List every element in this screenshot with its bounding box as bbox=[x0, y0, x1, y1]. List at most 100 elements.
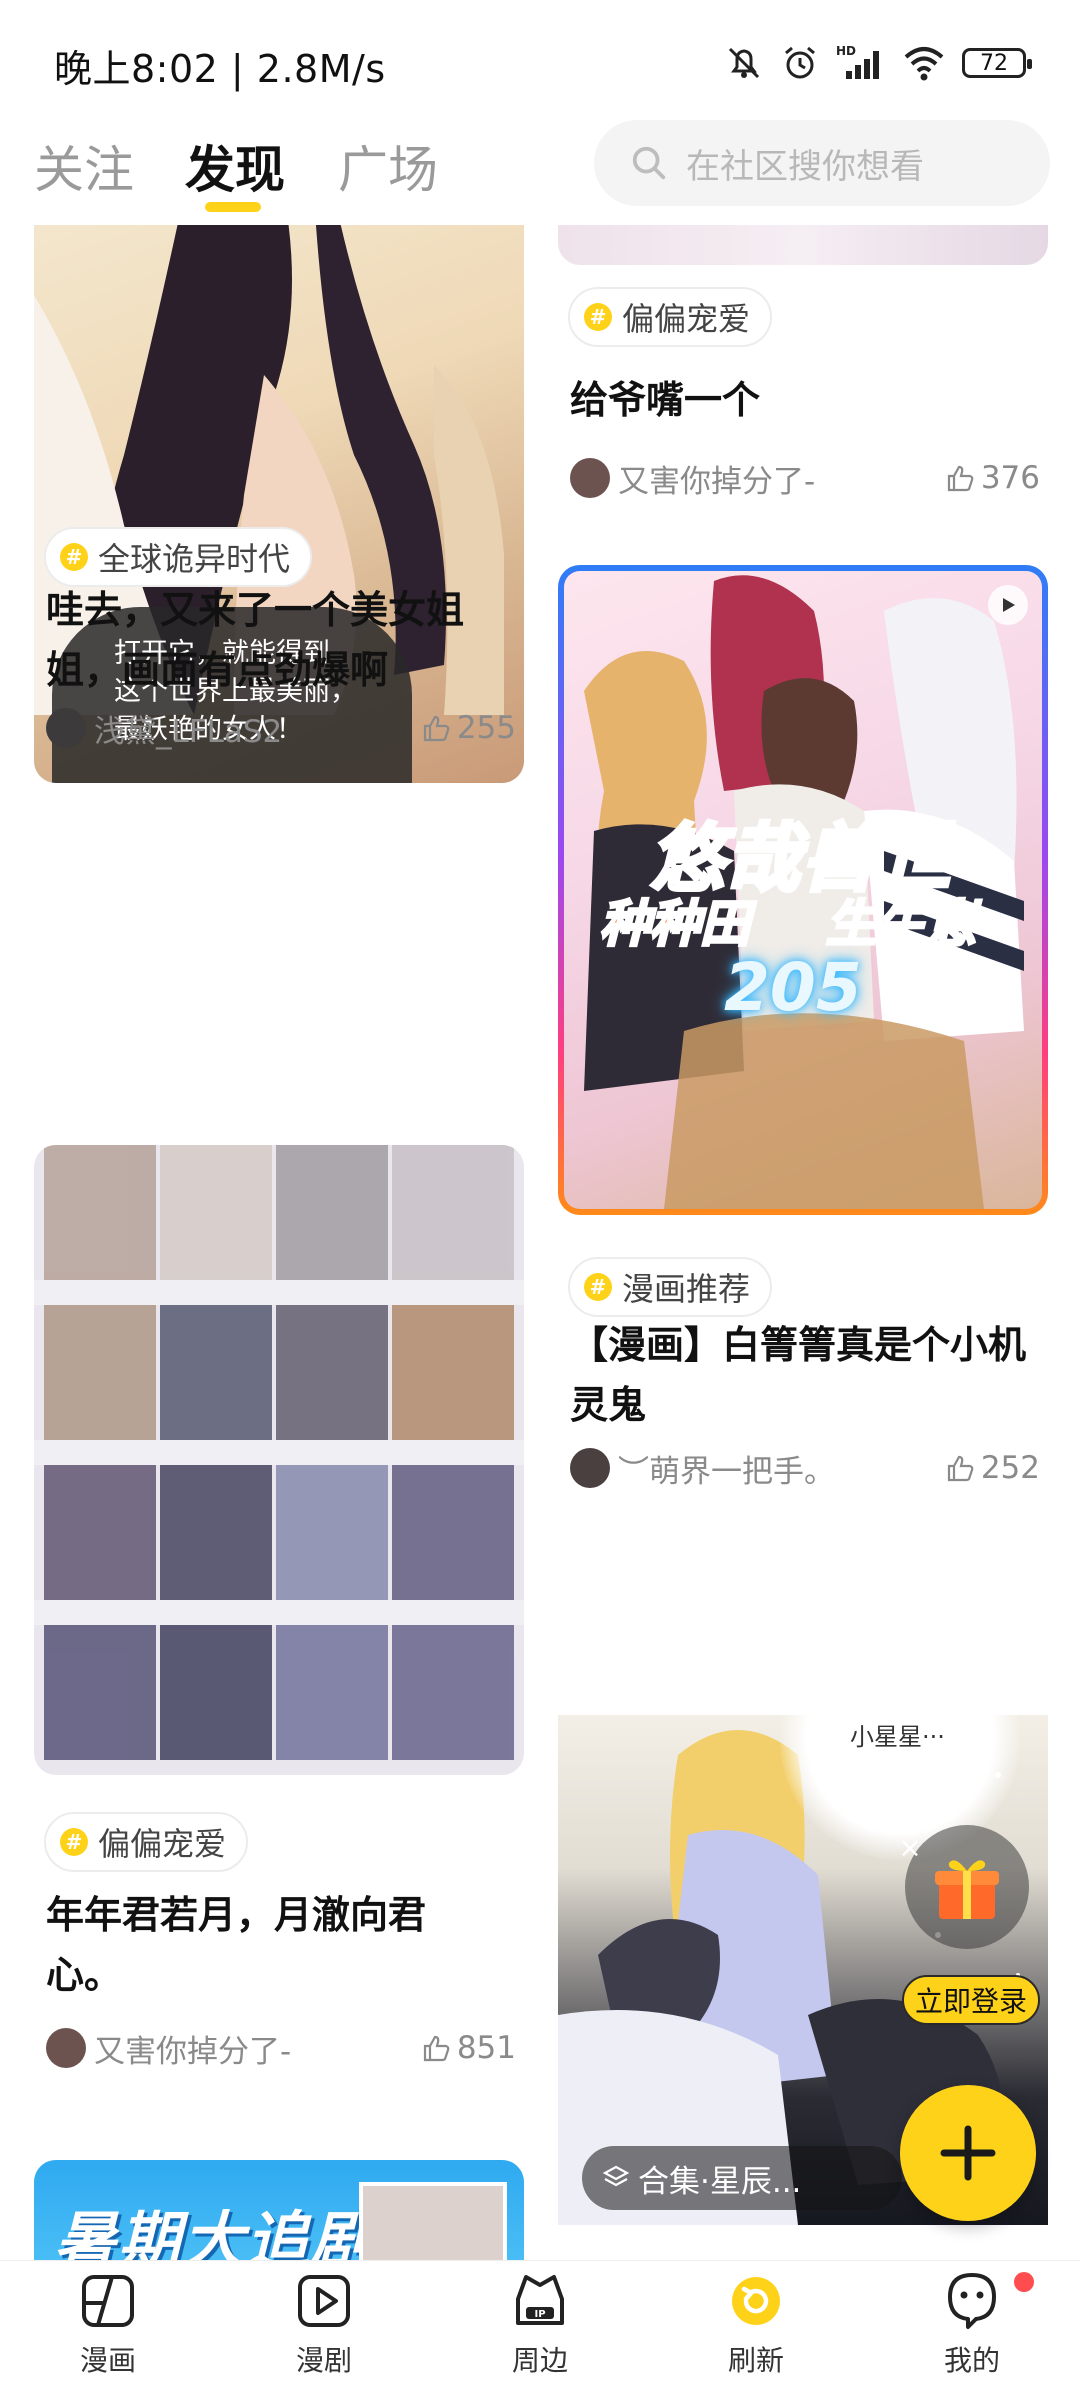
bottom-navigation: 漫画 漫剧 IP 周边 刷新 我的 bbox=[0, 2260, 1080, 2401]
hash-icon: # bbox=[584, 303, 612, 331]
thumbs-up-icon bbox=[947, 1455, 974, 1482]
topic-chip[interactable]: # 全球诡异时代 bbox=[44, 527, 313, 587]
svg-text:IP: IP bbox=[534, 2309, 545, 2320]
post-meta: 浅黛_LFLaS2 255 bbox=[46, 705, 516, 751]
like-button[interactable]: 376 bbox=[945, 455, 1040, 501]
cover-title: 暑期大追剧 bbox=[54, 2204, 375, 2260]
like-button[interactable]: 252 bbox=[945, 1445, 1040, 1491]
card-cover-image[interactable]: 悠哉兽世 种种田 生生崽 205 bbox=[558, 565, 1048, 1215]
nav-label: 漫剧 bbox=[295, 2344, 352, 2377]
nav-label: 漫画 bbox=[79, 2344, 136, 2377]
battery-level: 72 bbox=[980, 50, 1008, 76]
post-meta: 又害你掉分了- 376 bbox=[570, 455, 1040, 501]
mute-bell-icon bbox=[728, 47, 760, 79]
like-count: 851 bbox=[456, 2030, 516, 2066]
status-icons: HD 72 bbox=[724, 38, 1032, 88]
nav-item-refresh[interactable]: 刷新 bbox=[686, 2269, 826, 2379]
nav-label: 周边 bbox=[511, 2344, 568, 2377]
refresh-icon bbox=[732, 2277, 780, 2325]
nav-item-merch[interactable]: IP 周边 bbox=[470, 2269, 610, 2379]
avatar[interactable] bbox=[46, 2028, 86, 2068]
topic-label: 偏偏宠爱 bbox=[622, 300, 751, 338]
collection-tag[interactable]: 合集·星辰... bbox=[582, 2146, 902, 2210]
status-time-speed: 晚上8:02 | 2.8M/s bbox=[54, 47, 386, 91]
gift-icon bbox=[935, 1860, 999, 1919]
search-placeholder: 在社区搜你想看 bbox=[686, 146, 924, 187]
profile-icon bbox=[948, 2273, 996, 2329]
thumbs-up-icon bbox=[423, 715, 450, 742]
cover-subtitle: 生生崽 bbox=[825, 894, 978, 955]
signal-icon: HD bbox=[836, 44, 879, 79]
feed-card[interactable]: 打开它，就能得到 这个世界上最美丽， 最妖艳的女人！ # 全球诡异时代 哇去，又… bbox=[34, 225, 524, 1095]
tab-follow[interactable]: 关注 bbox=[34, 130, 134, 202]
plus-icon bbox=[940, 2125, 996, 2181]
author-name[interactable]: 又害你掉分了- bbox=[618, 456, 815, 501]
post-title[interactable]: 年年君若月，月澈向君心。 bbox=[46, 1885, 496, 2005]
avatar[interactable] bbox=[46, 708, 86, 748]
search-icon bbox=[632, 146, 666, 180]
card-cover-image[interactable] bbox=[34, 1145, 524, 1775]
tab-discover[interactable]: 发现 bbox=[185, 130, 285, 202]
status-bar: 晚上8:02 | 2.8M/s HD 72 bbox=[0, 0, 1080, 120]
hash-icon: # bbox=[60, 543, 88, 571]
alarm-icon bbox=[785, 46, 815, 79]
like-button[interactable]: 255 bbox=[421, 705, 516, 751]
bubble-text: 小星星··· bbox=[850, 1723, 945, 1751]
author-name[interactable]: 浅黛_LFLaS2 bbox=[94, 706, 282, 751]
like-count: 376 bbox=[980, 460, 1040, 496]
post-title[interactable]: 给爷嘴一个 bbox=[570, 370, 1040, 430]
active-tab-indicator bbox=[205, 202, 261, 212]
episode-number: 205 bbox=[724, 949, 862, 1026]
nav-item-drama[interactable]: 漫剧 bbox=[254, 2269, 394, 2379]
top-header: 关注 发现 广场 在社区搜你想看 bbox=[0, 120, 1080, 225]
play-icon bbox=[1003, 598, 1015, 612]
thumbs-up-icon bbox=[423, 2035, 450, 2062]
close-icon[interactable]: × bbox=[893, 1830, 927, 1864]
author-name[interactable]: 又害你掉分了- bbox=[94, 2026, 291, 2071]
nav-item-comic[interactable]: 漫画 bbox=[38, 2269, 178, 2379]
post-title[interactable]: 【漫画】白箐箐真是个小机灵鬼 bbox=[570, 1315, 1030, 1435]
network-badge: HD bbox=[836, 44, 856, 58]
battery-indicator: 72 bbox=[962, 48, 1032, 78]
avatar[interactable] bbox=[570, 1448, 610, 1488]
thumbs-up-icon bbox=[947, 465, 974, 492]
video-indicator bbox=[988, 585, 1028, 625]
wifi-icon bbox=[904, 47, 944, 81]
nav-label: 刷新 bbox=[727, 2344, 784, 2377]
topic-chip[interactable]: # 偏偏宠爱 bbox=[568, 287, 773, 347]
play-icon bbox=[298, 2275, 350, 2327]
notification-dot bbox=[1014, 2272, 1034, 2292]
hash-icon: # bbox=[60, 1828, 88, 1856]
like-count: 255 bbox=[456, 710, 516, 746]
comic-icon bbox=[82, 2275, 134, 2327]
like-count: 252 bbox=[980, 1450, 1040, 1486]
search-bar[interactable]: 在社区搜你想看 bbox=[594, 120, 1050, 206]
post-title[interactable]: 哇去，又来了一个美女姐姐，画面有点劲爆啊 bbox=[46, 580, 516, 700]
author-name[interactable]: ︶萌界一把手。 bbox=[618, 1446, 835, 1491]
card-cover-image[interactable] bbox=[558, 225, 1048, 265]
tab-square[interactable]: 广场 bbox=[338, 130, 438, 202]
topic-label: 全球诡异时代 bbox=[98, 540, 291, 578]
comic-cover: 悠哉兽世 种种田 生生崽 205 bbox=[564, 571, 1042, 1209]
topic-label: 漫画推荐 bbox=[622, 1270, 751, 1308]
topic-chip[interactable]: # 偏偏宠爱 bbox=[44, 1812, 249, 1872]
feed-card[interactable]: # 偏偏宠爱 bbox=[34, 1145, 524, 1872]
cover-subtitle: 种种田 bbox=[599, 894, 752, 955]
card-cover-image[interactable]: 暑期大追剧 bbox=[34, 2160, 524, 2260]
hash-icon: # bbox=[584, 1273, 612, 1301]
topic-label: 偏偏宠爱 bbox=[98, 1825, 227, 1863]
create-post-button[interactable] bbox=[900, 2085, 1036, 2221]
like-button[interactable]: 851 bbox=[421, 2025, 516, 2071]
portrait-grid-artwork bbox=[34, 1145, 524, 1760]
avatar[interactable] bbox=[570, 458, 610, 498]
collection-label: 合集·星辰... bbox=[638, 2163, 802, 2200]
discover-feed[interactable]: 打开它，就能得到 这个世界上最美丽， 最妖艳的女人！ # 全球诡异时代 哇去，又… bbox=[0, 225, 1080, 2260]
nav-label: 我的 bbox=[943, 2344, 1000, 2377]
post-meta: 又害你掉分了- 851 bbox=[46, 2025, 516, 2071]
ip-icon: IP bbox=[516, 2275, 564, 2325]
topic-chip[interactable]: # 漫画推荐 bbox=[568, 1257, 773, 1317]
login-button[interactable]: 立即登录 bbox=[902, 1975, 1040, 2025]
cover-thumbnail bbox=[359, 2182, 507, 2260]
post-meta: ︶萌界一把手。 252 bbox=[570, 1445, 1040, 1491]
layers-icon bbox=[602, 2165, 630, 2187]
